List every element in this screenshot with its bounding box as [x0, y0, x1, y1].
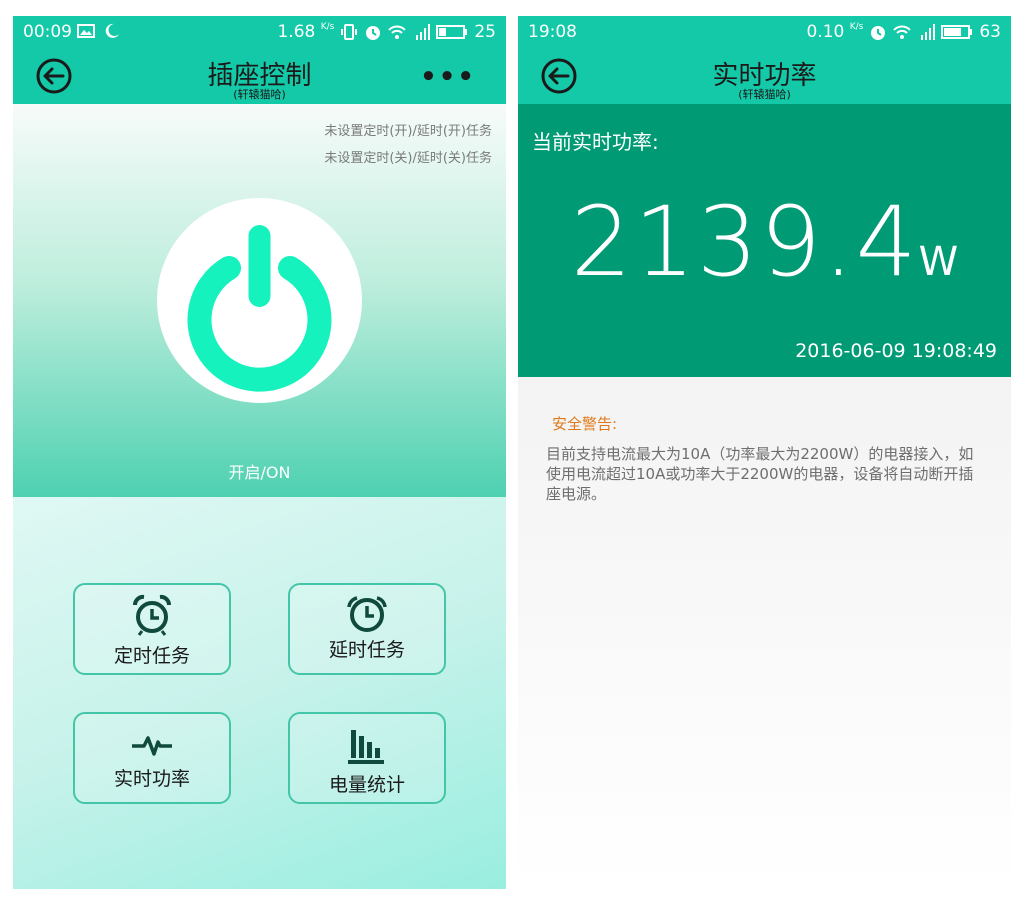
power-toggle-button[interactable]: [157, 198, 362, 403]
socket-control-screen: 00:09 1.68 K/s 25 插座控制 (轩辕猫哈) ••• 未设置定时(…: [13, 16, 506, 889]
signal-4g-icon: [921, 24, 936, 40]
network-speed: 0.10 K/s: [806, 22, 864, 42]
delay-task-label: 延时任务: [328, 639, 405, 661]
schedule-task-label: 定时任务: [113, 645, 190, 667]
timer-off-note: 未设置定时(关)/延时(关)任务: [324, 151, 492, 166]
realtime-power-screen: 19:08 0.10 K/s 63 实时功率 (轩辕猫哈) 当前实时功率: 21…: [518, 16, 1011, 889]
wifi-icon: [893, 25, 912, 39]
status-bar: 00:09 1.68 K/s 25: [13, 16, 506, 50]
safety-warning-text: 目前支持电流最大为10A（功率最大为2200W）的电器接入，如使用电流超过10A…: [546, 445, 974, 503]
battery-level: 25: [474, 22, 496, 42]
status-bar: 19:08 0.10 K/s 63: [518, 16, 1011, 50]
image-icon: [77, 24, 95, 38]
power-timestamp: 2016-06-09 19:08:49: [795, 340, 997, 362]
battery-level: 63: [979, 22, 1001, 42]
schedule-task-button[interactable]: 定时任务: [73, 583, 231, 675]
alarm-icon: [871, 26, 886, 40]
clock-icon: [347, 596, 387, 632]
vibrate-icon: [341, 24, 358, 40]
alarm-clock-icon: [132, 594, 172, 636]
power-number: 2139.4: [570, 186, 919, 298]
battery-icon: [941, 24, 973, 40]
delay-task-button[interactable]: 延时任务: [288, 583, 446, 675]
app-header: 实时功率 (轩辕猫哈): [518, 50, 1011, 104]
power-unit: W: [918, 239, 959, 285]
timer-on-note: 未设置定时(开)/延时(开)任务: [324, 124, 492, 139]
bar-chart-icon: [348, 730, 384, 764]
status-time: 19:08: [528, 22, 577, 42]
realtime-power-label: 实时功率: [113, 768, 190, 790]
realtime-power-button[interactable]: 实时功率: [73, 712, 231, 804]
power-icon: [187, 225, 332, 392]
function-grid: 定时任务 延时任务 实时功率 电量统计: [13, 497, 506, 889]
power-status-label: 开启/ON: [228, 463, 291, 482]
energy-stats-button[interactable]: 电量统计: [288, 712, 446, 804]
safety-warning-area: 安全警告: 目前支持电流最大为10A（功率最大为2200W）的电器接入，如使用电…: [518, 377, 1011, 889]
moon-icon: [105, 23, 119, 38]
page-subtitle: (轩辕猫哈): [738, 88, 791, 101]
app-header: 插座控制 (轩辕猫哈) •••: [13, 50, 506, 104]
alarm-icon: [366, 26, 381, 40]
power-value: 2139.4W: [518, 186, 1011, 298]
realtime-power-panel: 当前实时功率: 2139.4W 2016-06-09 19:08:49: [518, 104, 1011, 377]
current-power-label: 当前实时功率:: [532, 130, 659, 154]
wifi-icon: [388, 25, 407, 39]
power-control-area: 未设置定时(开)/延时(开)任务 未设置定时(关)/延时(关)任务 开启/ON: [13, 104, 506, 497]
signal-4g-icon: [416, 24, 431, 40]
network-speed: 1.68 K/s: [277, 22, 335, 42]
status-time: 00:09: [23, 22, 72, 42]
energy-stats-label: 电量统计: [328, 774, 405, 796]
battery-icon: [436, 24, 468, 40]
pulse-icon: [132, 736, 172, 756]
safety-warning-title: 安全警告:: [552, 415, 618, 433]
more-menu-icon[interactable]: •••: [420, 62, 476, 92]
